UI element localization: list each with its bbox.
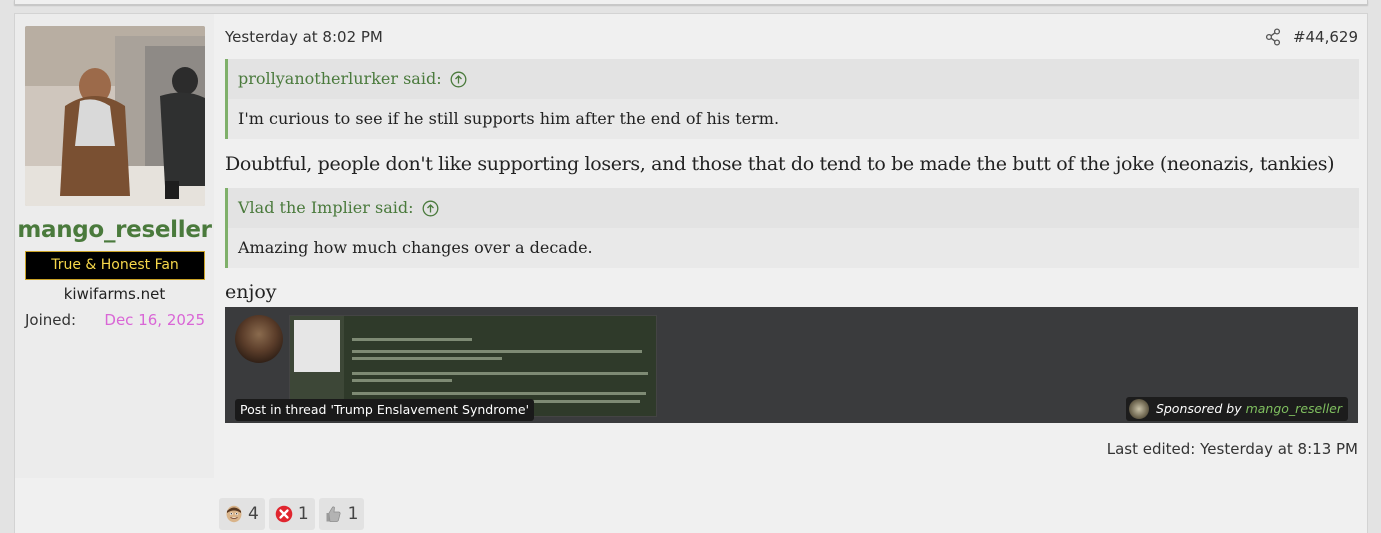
username[interactable]: mango_reseller (15, 217, 214, 243)
post-number[interactable]: #44,629 (1293, 28, 1358, 46)
joined-label: Joined: (25, 311, 77, 329)
post-body-text: Doubtful, people don't like supporting l… (225, 153, 1335, 175)
sponsored-badge: Sponsored by mango_reseller (1125, 397, 1348, 421)
last-edited: Last edited: Yesterday at 8:13 PM (1106, 440, 1358, 458)
embed-shot-text-line (352, 350, 642, 353)
jump-to-quote-icon[interactable] (450, 71, 467, 88)
reaction-x[interactable]: 1 (268, 498, 315, 530)
quote-text: I'm curious to see if he still supports … (228, 99, 1359, 139)
embed-shot-avatar (294, 320, 340, 372)
post-content: Yesterday at 8:02 PM #44,629 prollyanoth… (215, 14, 1367, 478)
reaction-thumbs[interactable]: 1 (318, 498, 365, 530)
reaction-count: 4 (248, 504, 259, 524)
joined-date: Dec 16, 2025 (104, 311, 205, 329)
share-icon[interactable] (1265, 28, 1281, 46)
embed-shot-text-line (352, 338, 472, 341)
forum-post: mango_reseller True & Honest Fan kiwifar… (14, 13, 1368, 533)
embed-shot-text-line (352, 372, 648, 375)
embed-shot-text-line (352, 392, 646, 395)
sponsored-prefix: Sponsored by (1155, 401, 1242, 416)
sponsor-name[interactable]: mango_reseller (1246, 401, 1342, 416)
quote-author[interactable]: Vlad the Implier said: (238, 188, 414, 228)
quote-header[interactable]: prollyanotherlurker said: (228, 59, 1359, 99)
embed-caption[interactable]: Post in thread 'Trump Enslavement Syndro… (235, 399, 535, 421)
red-x-icon (275, 505, 293, 523)
embed-author-avatar (235, 315, 283, 363)
user-info-panel: mango_reseller True & Honest Fan kiwifar… (15, 14, 214, 478)
user-avatar[interactable] (25, 26, 205, 206)
reaction-bar: 4 1 1 (219, 498, 365, 530)
post-body-text: enjoy (225, 281, 277, 303)
quote-block: Vlad the Implier said: Amazing how much … (225, 188, 1359, 268)
reaction-count: 1 (297, 504, 309, 524)
reaction-count: 1 (347, 504, 359, 524)
jump-to-quote-icon[interactable] (422, 200, 439, 217)
quote-block: prollyanotherlurker said: I'm curious to… (225, 59, 1359, 139)
previous-post-edge (14, 0, 1368, 5)
sponsor-avatar (1128, 399, 1149, 419)
post-date[interactable]: Yesterday at 8:02 PM (225, 28, 383, 46)
quote-text: Amazing how much changes over a decade. (228, 228, 1359, 268)
embed-shot-text-line (352, 357, 502, 360)
quote-author[interactable]: prollyanotherlurker said: (238, 59, 442, 99)
embedded-post-preview[interactable]: Post in thread 'Trump Enslavement Syndro… (225, 307, 1358, 423)
face-emoji-icon (226, 505, 242, 523)
user-title-badge: True & Honest Fan (25, 251, 205, 280)
thumbs-up-icon (326, 506, 341, 522)
user-site: kiwifarms.net (63, 285, 166, 303)
reaction-face[interactable]: 4 (219, 498, 265, 530)
quote-header[interactable]: Vlad the Implier said: (228, 188, 1359, 228)
avatar-image (25, 26, 205, 206)
embed-shot-text-line (352, 379, 452, 382)
